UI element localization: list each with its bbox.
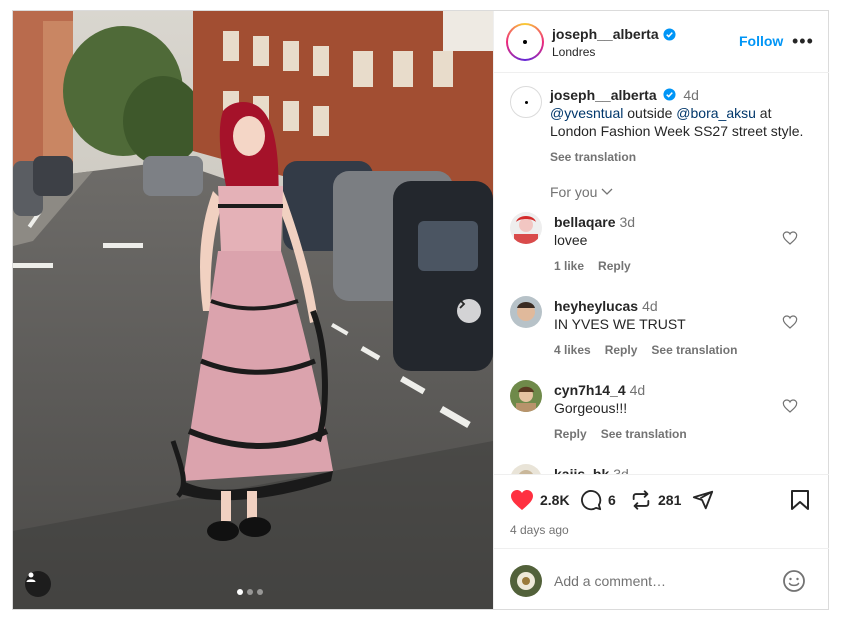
verified-badge-icon <box>662 88 676 101</box>
carousel-dot <box>237 589 243 595</box>
post-header: joseph__alberta Londres Follow ••• <box>494 11 829 73</box>
share-button[interactable] <box>692 489 714 511</box>
user-icon <box>26 572 36 582</box>
carousel-indicator <box>237 589 263 595</box>
author-avatar[interactable] <box>506 23 544 61</box>
bookmark-icon <box>791 490 809 510</box>
heart-icon[interactable] <box>782 230 798 246</box>
caption-author-avatar[interactable] <box>510 86 542 118</box>
repost-icon <box>632 490 650 510</box>
comment-text: IN YVES WE TRUST <box>554 316 686 332</box>
send-icon <box>692 490 714 510</box>
heart-icon[interactable] <box>782 398 798 414</box>
tagged-users-button[interactable] <box>25 571 51 597</box>
comment-reply-button[interactable]: Reply <box>554 427 587 441</box>
comment-likes[interactable]: 1 like <box>554 259 584 273</box>
carousel-dot <box>247 589 253 595</box>
post-location[interactable]: Londres <box>552 45 595 59</box>
chevron-right-icon <box>459 299 466 309</box>
comment-item: bellaqare 3d lovee 1 like Reply <box>494 212 829 292</box>
repost-button[interactable]: 281 <box>630 489 681 511</box>
more-options-button[interactable]: ••• <box>792 31 814 52</box>
comment-button[interactable]: 6 <box>580 489 616 511</box>
commenter-avatar[interactable] <box>510 464 542 474</box>
mention-link[interactable]: @yvesntual <box>550 105 623 121</box>
post-actions: 2.8K 6 281 4 days ago <box>494 474 829 548</box>
comment-username[interactable]: heyheylucas 4d <box>554 298 658 314</box>
see-translation-link[interactable]: See translation <box>601 427 687 441</box>
emoji-icon[interactable] <box>782 569 806 593</box>
commenter-avatar[interactable] <box>510 212 542 244</box>
comment-reply-button[interactable]: Reply <box>605 343 638 357</box>
comment-meta: Reply See translation <box>554 427 687 441</box>
comment-reply-button[interactable]: Reply <box>598 259 631 273</box>
post-photo[interactable] <box>13 11 493 609</box>
commenter-avatar[interactable] <box>510 380 542 412</box>
heart-icon[interactable] <box>782 314 798 330</box>
caption: joseph__alberta 4d @yvesntual outside @b… <box>550 87 804 139</box>
comment-username[interactable]: cyn7h14_4 4d <box>554 382 645 398</box>
mention-link[interactable]: @bora_aksu <box>676 105 756 121</box>
see-translation-link[interactable]: See translation <box>550 150 636 164</box>
comment-text: Gorgeous!!! <box>554 400 628 416</box>
carousel-next-button[interactable] <box>457 299 481 323</box>
commenter-avatar[interactable] <box>510 296 542 328</box>
comment-likes[interactable]: 4 likes <box>554 343 591 357</box>
caption-time: 4d <box>683 87 699 103</box>
like-button[interactable]: 2.8K <box>510 489 570 511</box>
heart-filled-icon <box>511 490 533 510</box>
add-comment-input[interactable] <box>554 571 764 591</box>
verified-badge-icon <box>663 27 676 41</box>
comment-bubble-icon <box>581 490 602 511</box>
repost-count: 281 <box>658 492 682 508</box>
follow-button[interactable]: Follow <box>739 33 783 49</box>
comment-item: heyheylucas 4d IN YVES WE TRUST 4 likes R… <box>494 296 829 376</box>
current-user-avatar <box>510 565 542 597</box>
author-username[interactable]: joseph__alberta <box>552 26 676 42</box>
photo-illustration <box>13 11 493 609</box>
chevron-down-icon <box>602 188 613 195</box>
caption-author[interactable]: joseph__alberta <box>550 87 657 103</box>
carousel-dot <box>257 589 263 595</box>
post-side-panel: joseph__alberta Londres Follow ••• josep… <box>493 11 829 609</box>
comments-scroll[interactable]: joseph__alberta 4d @yvesntual outside @b… <box>494 74 829 474</box>
comment-sort-dropdown[interactable]: For you <box>550 184 613 200</box>
comment-username[interactable]: kaiis_bk 3d <box>554 466 629 474</box>
comment-count: 6 <box>608 492 616 508</box>
comment-meta: 4 likes Reply See translation <box>554 343 737 357</box>
save-button[interactable] <box>790 489 810 511</box>
comment-item: cyn7h14_4 4d Gorgeous!!! Reply See transl… <box>494 380 829 460</box>
comment-text: lovee <box>554 232 588 248</box>
comment-meta: 1 like Reply <box>554 259 631 273</box>
add-comment-bar <box>494 548 829 609</box>
see-translation-link[interactable]: See translation <box>651 343 737 357</box>
comment-item: kaiis_bk 3d <box>494 464 829 474</box>
post-timestamp[interactable]: 4 days ago <box>510 523 569 537</box>
like-count[interactable]: 2.8K <box>540 492 570 508</box>
post-modal: joseph__alberta Londres Follow ••• josep… <box>12 10 829 610</box>
comment-username[interactable]: bellaqare 3d <box>554 214 635 230</box>
